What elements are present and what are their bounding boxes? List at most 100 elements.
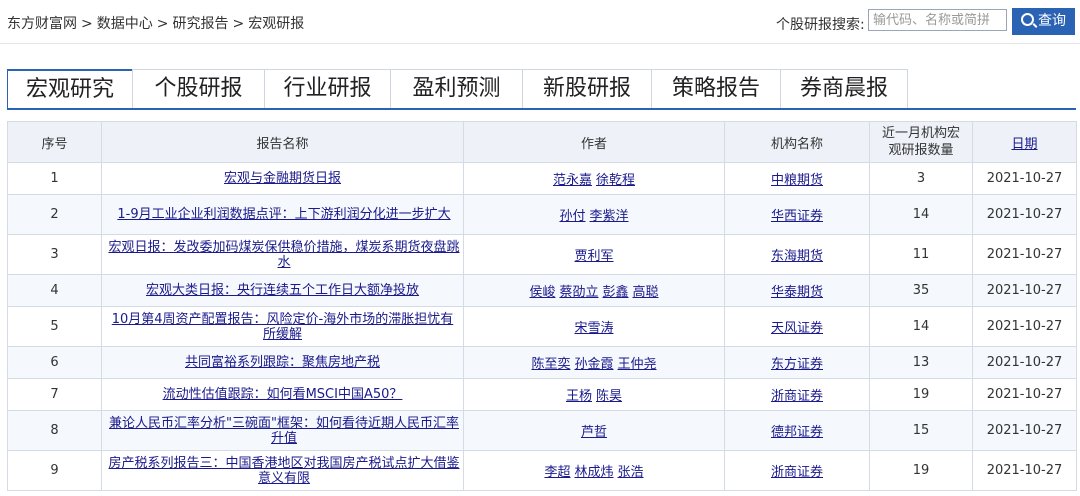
author-link[interactable]: 王仲尧 (618, 357, 657, 372)
author-link[interactable]: 芦哲 (581, 425, 607, 440)
cell-date: 2021-10-27 (972, 194, 1077, 235)
tab-ipo-reports[interactable]: 新股研报 (522, 69, 652, 108)
tab-strategy-reports[interactable]: 策略报告 (651, 69, 781, 108)
report-title-link[interactable]: 共同富裕系列跟踪：聚焦房地产税 (185, 355, 380, 370)
cell-authors: 芦哲 (463, 410, 725, 451)
author-link[interactable]: 高聪 (633, 285, 659, 300)
cell-report-count: 14 (869, 194, 973, 235)
author-link[interactable]: 彭鑫 (603, 285, 629, 300)
cell-report-count: 19 (869, 378, 973, 411)
table-header-row: 序号 报告名称 作者 机构名称 近一月机构宏观研报数量 日期 (7, 121, 1077, 163)
table-row: 8 兼论人民币汇率分析"三碗面"框架：如何看待近期人民币汇率升值 芦哲 德邦证券 15 2… (7, 410, 1077, 451)
cell-date: 2021-10-27 (972, 274, 1077, 307)
report-title-link[interactable]: 宏观与金融期货日报 (224, 171, 341, 186)
top-bar: 东方财富网>数据中心>研究报告>宏观研报 个股研报搜索: 查询 (0, 0, 1080, 44)
cell-authors: 孙付 李紫洋 (463, 194, 725, 235)
cell-report-count: 11 (869, 234, 973, 275)
author-link[interactable]: 孙付 (559, 209, 585, 224)
tab-industry-reports[interactable]: 行业研报 (264, 69, 391, 108)
breadcrumb: 东方财富网 > 数据中心 > 研究报告 > 宏观研报 (7, 13, 304, 33)
breadcrumb-home-link[interactable]: 东方财富网 (7, 16, 77, 32)
author-link[interactable]: 蔡劭立 (559, 285, 598, 300)
author-link[interactable]: 贾利军 (574, 249, 613, 264)
tab-earnings-forecast[interactable]: 盈利预测 (390, 69, 523, 108)
cell-date: 2021-10-27 (972, 234, 1077, 275)
org-link[interactable]: 浙商证券 (771, 465, 823, 480)
tab-macro-research[interactable]: 宏观研究 (7, 69, 133, 110)
table-row: 6 共同富裕系列跟踪：聚焦房地产税 陈至奕 孙金霞 王仲尧 东方证券 13 2021-10-2… (7, 346, 1077, 379)
author-link[interactable]: 陈昊 (596, 389, 622, 404)
cell-report-count: 13 (869, 346, 973, 379)
report-title-link[interactable]: 1-9月工业企业利润数据点评：上下游利润分化进一步扩大 (104, 207, 463, 222)
date-sort-link[interactable]: 日期 (1011, 137, 1037, 152)
org-link[interactable]: 天风证券 (771, 321, 823, 336)
org-link[interactable]: 德邦证券 (771, 425, 823, 440)
tab-morning-reports[interactable]: 券商晨报 (780, 69, 908, 108)
cell-org: 东海期货 (724, 234, 870, 275)
cell-serial: 6 (7, 346, 102, 379)
cell-report-count: 19 (869, 450, 973, 491)
cell-report-title: 宏观大类日报：央行连续五个工作日大额净投放 (101, 274, 464, 307)
author-link[interactable]: 李超 (544, 465, 570, 480)
cell-report-title: 共同富裕系列跟踪：聚焦房地产税 (101, 346, 464, 379)
org-link[interactable]: 华泰期货 (771, 285, 823, 300)
search-button[interactable]: 查询 (1012, 8, 1075, 35)
breadcrumb-research-link[interactable]: 研究报告 (172, 16, 228, 32)
report-title-link[interactable]: 流动性估值跟踪：如何看MSCI中国A50？ (163, 387, 403, 402)
cell-org: 天风证券 (724, 306, 870, 347)
author-link[interactable]: 范永嘉 (553, 173, 592, 188)
cell-report-count: 3 (869, 162, 973, 195)
report-title-link[interactable]: 宏观日报：发改委加码煤炭保供稳价措施，煤炭系期货夜盘跳水 (104, 240, 463, 270)
org-link[interactable]: 东海期货 (771, 249, 823, 264)
author-link[interactable]: 王杨 (566, 389, 592, 404)
org-link[interactable]: 中粮期货 (771, 173, 823, 188)
org-link[interactable]: 浙商证券 (771, 389, 823, 404)
header-report-count-label: 近一月机构宏观研报数量 (881, 126, 960, 158)
header-org: 机构名称 (724, 121, 870, 163)
table-row: 9 房产税系列报告三：中国香港地区对我国房产税试点扩大借鉴意义有限 李超 林成炜 张浩浙… (7, 450, 1077, 491)
report-title-link[interactable]: 兼论人民币汇率分析"三碗面"框架：如何看待近期人民币汇率升值 (104, 416, 463, 446)
cell-org: 东方证券 (724, 346, 870, 379)
table-row: 3 宏观日报：发改委加码煤炭保供稳价措施，煤炭系期货夜盘跳水 贾利军 东海期货 11 20… (7, 234, 1077, 275)
tab-stock-reports[interactable]: 个股研报 (132, 69, 265, 108)
header-report-count: 近一月机构宏观研报数量 (869, 121, 973, 163)
report-title-link[interactable]: 房产税系列报告三：中国香港地区对我国房产税试点扩大借鉴意义有限 (104, 456, 463, 486)
table-body: 1 宏观与金融期货日报 范永嘉 徐乾程 中粮期货 3 2021-10-27 2 1-9月工业企业… (7, 162, 1077, 491)
cell-report-title: 流动性估值跟踪：如何看MSCI中国A50？ (101, 378, 464, 411)
cell-date: 2021-10-27 (972, 162, 1077, 195)
org-link[interactable]: 东方证券 (771, 357, 823, 372)
cell-authors: 侯峻 蔡劭立 彭鑫 高聪 (463, 274, 725, 307)
report-title-link[interactable]: 10月第4周资产配置报告：风险定价-海外市场的滞胀担忧有所缓解 (108, 312, 458, 342)
cell-authors: 李超 林成炜 张浩 (463, 450, 725, 491)
author-link[interactable]: 徐乾程 (596, 173, 635, 188)
cell-report-title: 10月第4周资产配置报告：风险定价-海外市场的滞胀担忧有所缓解 (101, 306, 464, 347)
author-link[interactable]: 陈至奕 (531, 357, 570, 372)
cell-org: 德邦证券 (724, 410, 870, 451)
cell-serial: 9 (7, 450, 102, 491)
author-link[interactable]: 林成炜 (574, 465, 613, 480)
author-link[interactable]: 宋雪涛 (574, 321, 613, 336)
cell-authors: 贾利军 (463, 234, 725, 275)
table-row: 2 1-9月工业企业利润数据点评：上下游利润分化进一步扩大 孙付 李紫洋 华西证券 14 2… (7, 194, 1077, 235)
cell-serial: 5 (7, 306, 102, 347)
cell-org: 中粮期货 (724, 162, 870, 195)
table-row: 1 宏观与金融期货日报 范永嘉 徐乾程 中粮期货 3 2021-10-27 (7, 162, 1077, 195)
cell-authors: 陈至奕 孙金霞 王仲尧 (463, 346, 725, 379)
cell-authors: 王杨 陈昊 (463, 378, 725, 411)
author-link[interactable]: 李紫洋 (590, 209, 629, 224)
cell-date: 2021-10-27 (972, 410, 1077, 451)
tab-underline (7, 108, 1076, 110)
report-title-link[interactable]: 宏观大类日报：央行连续五个工作日大额净投放 (146, 283, 419, 298)
author-link[interactable]: 侯峻 (529, 285, 555, 300)
breadcrumb-separator: > (156, 16, 169, 32)
author-link[interactable]: 孙金霞 (574, 357, 613, 372)
report-tabs: 宏观研究 个股研报 行业研报 盈利预测 新股研报 策略报告 券商晨报 (7, 69, 908, 110)
cell-org: 华泰期货 (724, 274, 870, 307)
org-link[interactable]: 华西证券 (771, 209, 823, 224)
breadcrumb-data-center-link[interactable]: 数据中心 (97, 16, 153, 32)
author-link[interactable]: 张浩 (618, 465, 644, 480)
table-row: 4 宏观大类日报：央行连续五个工作日大额净投放 侯峻 蔡劭立 彭鑫 高聪 华泰期货 35 202… (7, 274, 1077, 307)
cell-report-title: 1-9月工业企业利润数据点评：上下游利润分化进一步扩大 (101, 194, 464, 235)
search-input[interactable] (868, 9, 1007, 31)
cell-report-count: 15 (869, 410, 973, 451)
